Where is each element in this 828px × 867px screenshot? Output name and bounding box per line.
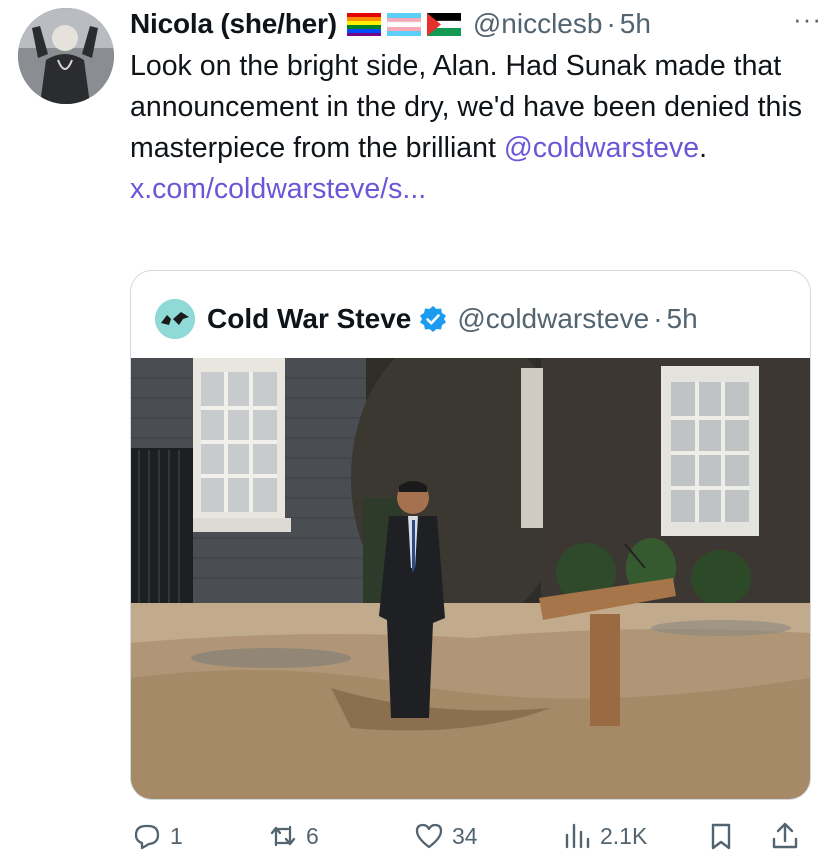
reply-count: 1 (170, 822, 183, 849)
like-count: 34 (452, 822, 478, 849)
heart-icon (415, 823, 443, 849)
separator-dot: · (606, 8, 616, 39)
url-link[interactable]: x.com/coldwarsteve/s... (130, 173, 426, 205)
transgender-flag-icon (386, 12, 421, 36)
more-options-icon[interactable]: ··· (793, 4, 822, 35)
rainbow-flag-icon (346, 12, 381, 36)
tweet-timestamp[interactable]: 5h (620, 8, 651, 40)
verified-badge-icon (420, 306, 447, 332)
mention-link[interactable]: @coldwarsteve (504, 132, 699, 164)
quoted-timestamp[interactable]: 5h (667, 303, 698, 335)
retweet-count: 6 (306, 822, 319, 849)
views-button[interactable]: 2.1K (562, 812, 647, 860)
views-count: 2.1K (600, 822, 648, 849)
flag-emojis (346, 12, 461, 36)
share-button[interactable] (770, 812, 808, 860)
reply-button[interactable]: 1 (132, 812, 183, 860)
palestine-flag-icon (426, 12, 461, 36)
bird-logo-icon (155, 299, 195, 339)
tweet-actions: 1 6 34 2.1K (130, 812, 820, 860)
like-button[interactable]: 34 (414, 812, 478, 860)
tweet-header: Nicola (she/her) @nicclesb · 5h (130, 6, 820, 42)
quoted-tweet-card[interactable]: Cold War Steve @coldwarsteve · 5h (130, 270, 811, 800)
quoted-separator-dot: · (653, 303, 663, 334)
author-name[interactable]: Nicola (she/her) (130, 8, 337, 40)
tweet-body-end: . (699, 132, 707, 164)
reply-icon (134, 824, 160, 850)
quoted-tweet-image[interactable] (131, 358, 810, 799)
quoted-tweet-header: Cold War Steve @coldwarsteve · 5h (155, 299, 698, 339)
bookmark-button[interactable] (706, 812, 744, 860)
quoted-author-name[interactable]: Cold War Steve (207, 303, 411, 335)
quoted-author-handle[interactable]: @coldwarsteve (457, 303, 649, 335)
avatar-photo (18, 8, 114, 104)
bookmark-icon (711, 823, 731, 850)
share-icon (772, 822, 798, 849)
tweet-text: Look on the bright side, Alan. Had Sunak… (130, 46, 820, 210)
author-handle[interactable]: @nicclesb (473, 8, 603, 40)
views-chart-icon (565, 823, 590, 849)
retweet-button[interactable]: 6 (268, 812, 319, 860)
quoted-author-avatar[interactable] (155, 299, 195, 339)
author-avatar[interactable] (18, 8, 114, 104)
retweet-icon (270, 825, 296, 847)
